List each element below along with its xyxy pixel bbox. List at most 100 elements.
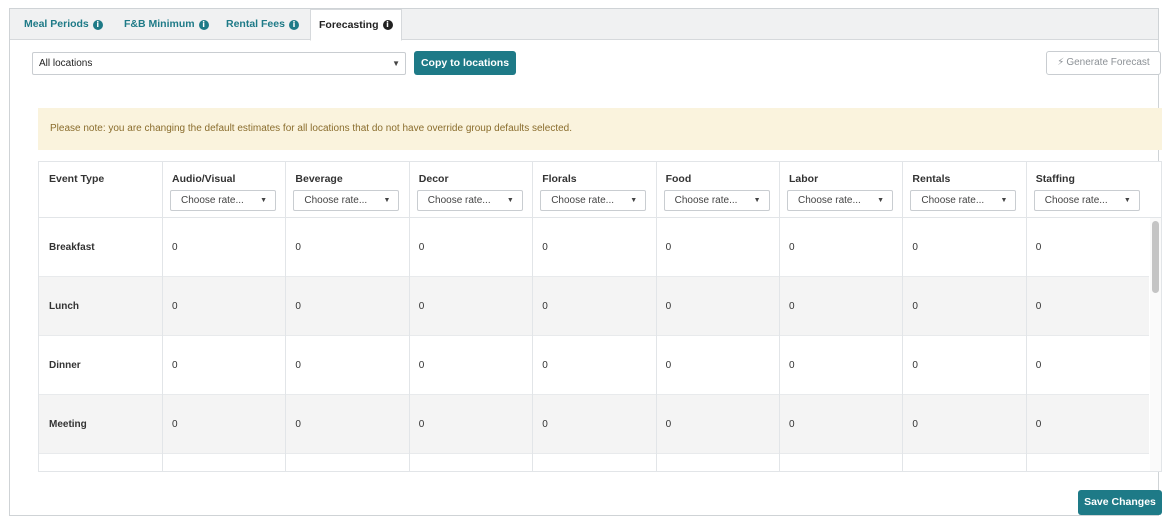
estimate-cell[interactable]: 0 bbox=[532, 218, 655, 277]
estimate-cell[interactable] bbox=[532, 454, 655, 471]
chevron-down-icon: ▼ bbox=[1123, 197, 1131, 204]
info-icon: i bbox=[92, 19, 103, 30]
event-type-cell bbox=[39, 454, 162, 471]
estimate-cell[interactable]: 0 bbox=[285, 277, 408, 336]
estimate-cell[interactable] bbox=[409, 454, 532, 471]
generate-forecast-button[interactable]: ⚡ Generate Forecast bbox=[1046, 51, 1161, 75]
table-scrollbar[interactable] bbox=[1150, 218, 1161, 471]
event-type-cell: Lunch bbox=[49, 301, 79, 312]
rate-select-value: Choose rate... bbox=[181, 195, 244, 206]
rate-select-value: Choose rate... bbox=[1044, 195, 1108, 206]
rate-select[interactable]: Choose rate... ▼ bbox=[663, 190, 770, 211]
estimate-cell[interactable]: 0 bbox=[409, 218, 532, 277]
estimate-cell[interactable]: 0 bbox=[902, 336, 1025, 395]
rate-select[interactable]: Choose rate... ▼ bbox=[1033, 190, 1140, 211]
table-header: Event Type Audio/Visual Choose rate... ▼ Be… bbox=[39, 162, 1161, 218]
estimate-cell[interactable]: 0 bbox=[656, 395, 779, 454]
col-head-rentals: Rentals Choose rate... ▼ bbox=[902, 162, 1025, 218]
estimate-cell[interactable]: 0 bbox=[656, 218, 779, 277]
column-divider bbox=[1025, 162, 1027, 471]
event-type-cell: Breakfast bbox=[49, 242, 95, 253]
estimate-cell[interactable]: 0 bbox=[409, 336, 532, 395]
column-title: Food bbox=[665, 173, 692, 185]
col-head-event-type: Event Type bbox=[39, 162, 162, 218]
rate-select-value: Choose rate... bbox=[921, 195, 985, 206]
estimate-cell[interactable]: 0 bbox=[902, 218, 1025, 277]
chevron-down-icon: ▼ bbox=[630, 197, 638, 204]
estimate-cell[interactable]: 0 bbox=[409, 395, 532, 454]
estimate-cell[interactable]: 0 bbox=[656, 336, 779, 395]
save-changes-button[interactable]: Save Changes bbox=[1078, 490, 1162, 515]
estimate-cell[interactable]: 0 bbox=[532, 336, 655, 395]
estimate-cell[interactable]: 0 bbox=[779, 395, 902, 454]
column-divider bbox=[162, 162, 163, 471]
tab-fb-minimum[interactable]: F&B Minimum i bbox=[124, 9, 209, 40]
estimate-cell[interactable] bbox=[656, 454, 779, 471]
estimate-cell[interactable]: 0 bbox=[656, 277, 779, 336]
table-row: Breakfast 0 0 0 0 0 0 0 0 bbox=[39, 218, 1149, 277]
col-head-staffing: Staffing Choose rate... ▼ bbox=[1026, 162, 1149, 218]
estimate-cell[interactable] bbox=[902, 454, 1025, 471]
column-divider bbox=[532, 162, 534, 471]
estimate-cell[interactable]: 0 bbox=[162, 218, 285, 277]
estimate-cell[interactable]: 0 bbox=[162, 277, 285, 336]
column-title: Rentals bbox=[912, 173, 951, 185]
event-type-cell: Dinner bbox=[49, 360, 81, 371]
rate-select[interactable]: Choose rate... ▼ bbox=[910, 190, 1017, 211]
estimate-cell[interactable]: 0 bbox=[779, 277, 902, 336]
rate-select[interactable]: Choose rate... ▼ bbox=[787, 190, 893, 211]
estimate-cell[interactable]: 0 bbox=[779, 218, 902, 277]
column-title: Decor bbox=[418, 173, 449, 185]
estimate-cell[interactable]: 0 bbox=[285, 395, 408, 454]
column-divider bbox=[285, 162, 287, 471]
tab-label: Rental Fees bbox=[226, 18, 285, 30]
forecast-table: Event Type Audio/Visual Choose rate... ▼ Be… bbox=[38, 161, 1162, 472]
event-type-cell: Meeting bbox=[49, 419, 87, 430]
col-head-florals: Florals Choose rate... ▼ bbox=[532, 162, 655, 218]
estimate-cell[interactable]: 0 bbox=[285, 218, 408, 277]
estimate-cell[interactable] bbox=[285, 454, 408, 471]
estimate-cell[interactable]: 0 bbox=[902, 395, 1025, 454]
column-divider bbox=[408, 162, 410, 471]
estimate-cell[interactable]: 0 bbox=[162, 336, 285, 395]
estimate-cell[interactable]: 0 bbox=[532, 395, 655, 454]
column-title: Audio/Visual bbox=[172, 173, 236, 185]
estimate-cell[interactable]: 0 bbox=[532, 277, 655, 336]
rate-select[interactable]: Choose rate... ▼ bbox=[293, 190, 400, 211]
estimate-cell[interactable]: 0 bbox=[409, 277, 532, 336]
estimate-cell[interactable]: 0 bbox=[1026, 395, 1149, 454]
estimate-cell[interactable]: 0 bbox=[162, 395, 285, 454]
chevron-down-icon: ▼ bbox=[506, 197, 514, 204]
estimate-cell[interactable]: 0 bbox=[285, 336, 408, 395]
tab-meal-periods[interactable]: Meal Periods i bbox=[24, 9, 103, 40]
tab-label: Meal Periods bbox=[24, 18, 89, 30]
rate-select-value: Choose rate... bbox=[427, 195, 491, 206]
tab-label: F&B Minimum bbox=[124, 18, 195, 30]
rate-select[interactable]: Choose rate... ▼ bbox=[170, 190, 276, 211]
rate-select[interactable]: Choose rate... ▼ bbox=[416, 190, 523, 211]
lightning-icon: ⚡ bbox=[1057, 57, 1065, 68]
estimate-cell[interactable]: 0 bbox=[902, 277, 1025, 336]
rate-select[interactable]: Choose rate... ▼ bbox=[540, 190, 647, 211]
estimate-cell[interactable] bbox=[162, 454, 285, 471]
estimate-cell[interactable]: 0 bbox=[1026, 336, 1149, 395]
tab-rental-fees[interactable]: Rental Fees i bbox=[226, 9, 299, 40]
estimate-cell[interactable]: 0 bbox=[1026, 218, 1149, 277]
info-icon: i bbox=[382, 20, 393, 30]
estimate-cell[interactable] bbox=[1026, 454, 1149, 471]
tab-forecasting[interactable]: Forecasting i bbox=[310, 9, 402, 41]
rate-select-value: Choose rate... bbox=[674, 195, 738, 206]
default-estimates-notice: Please note: you are changing the defaul… bbox=[38, 108, 1162, 150]
chevron-down-icon: ▼ bbox=[392, 59, 400, 68]
location-select[interactable]: All locations ▼ bbox=[32, 52, 406, 75]
generate-forecast-label: Generate Forecast bbox=[1066, 57, 1150, 68]
column-divider bbox=[655, 162, 657, 471]
scrollbar-thumb[interactable] bbox=[1152, 221, 1159, 293]
estimate-cell[interactable]: 0 bbox=[1026, 277, 1149, 336]
copy-to-locations-button[interactable]: Copy to locations bbox=[414, 51, 516, 75]
estimate-cell[interactable]: 0 bbox=[779, 336, 902, 395]
col-head-decor: Decor Choose rate... ▼ bbox=[409, 162, 532, 218]
chevron-down-icon: ▼ bbox=[753, 197, 761, 204]
estimate-cell[interactable] bbox=[779, 454, 902, 471]
column-divider bbox=[779, 162, 780, 471]
